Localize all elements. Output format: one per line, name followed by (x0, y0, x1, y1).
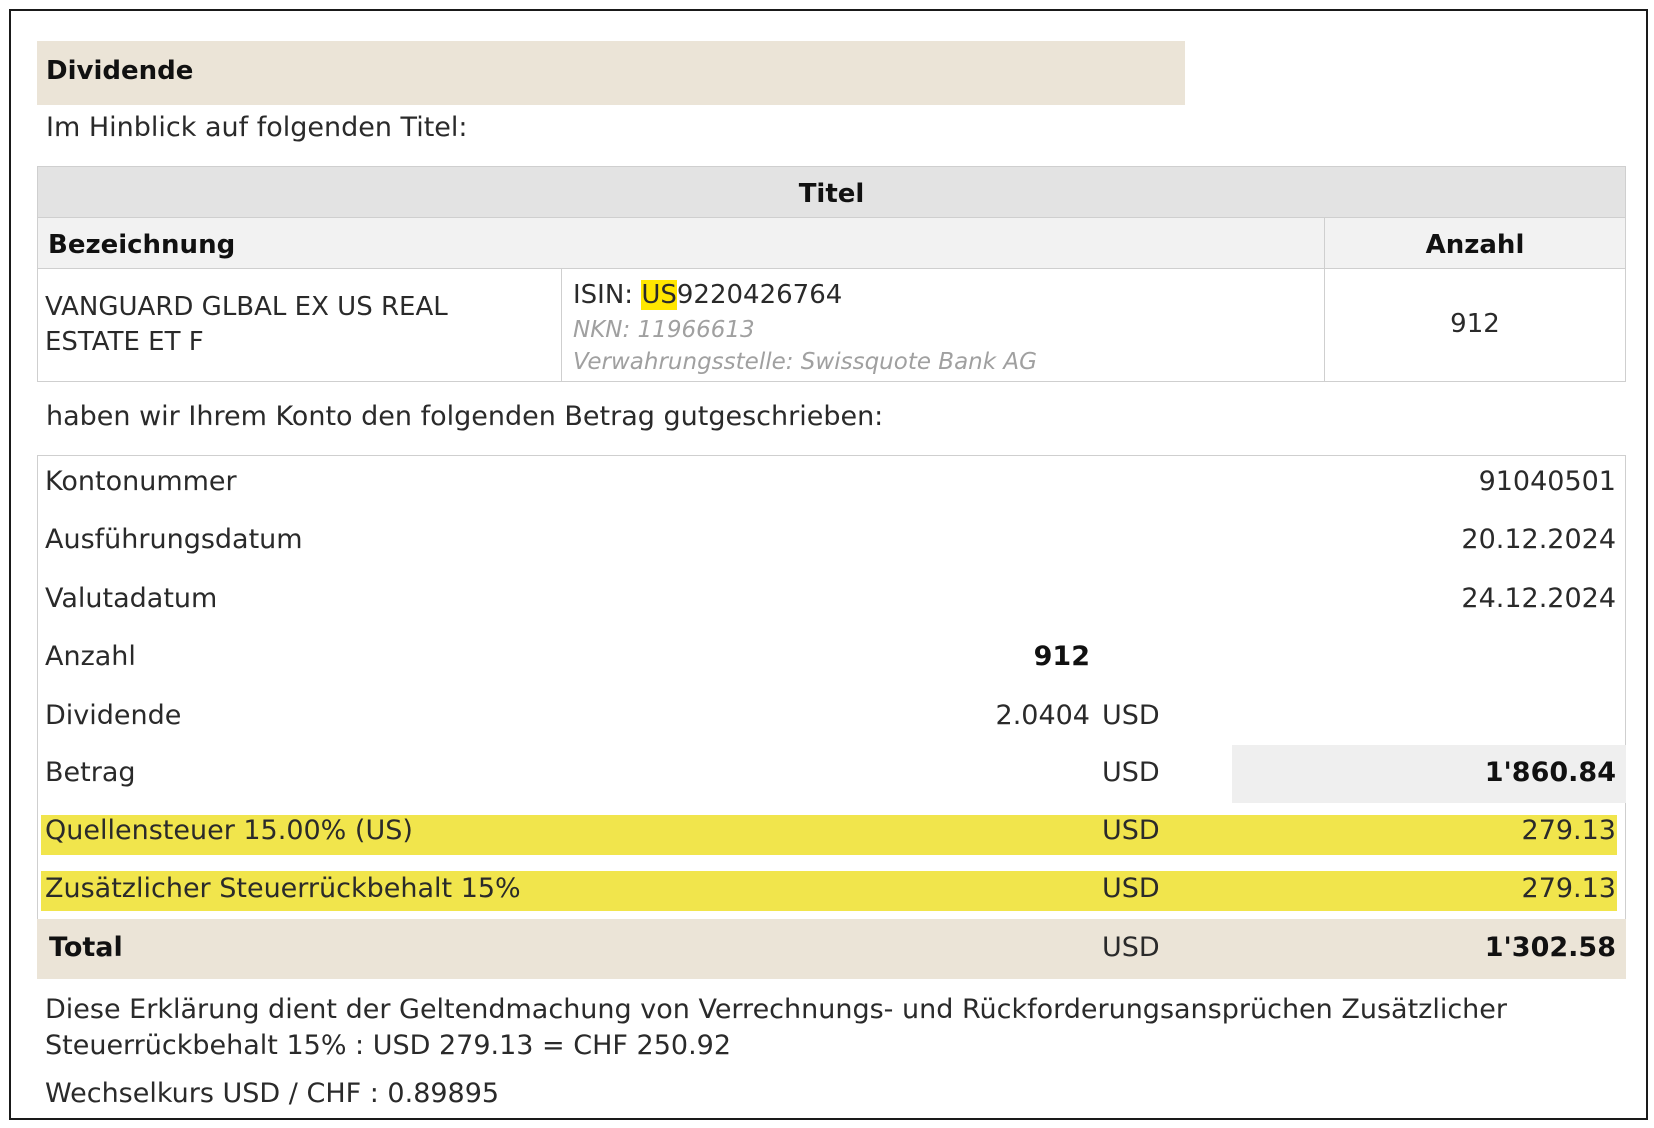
account-number-label: Kontonummer (45, 466, 237, 497)
security-quantity: 912 (1450, 309, 1500, 339)
amount-label: Betrag (45, 757, 136, 788)
withholding-tax-currency: USD (1102, 815, 1160, 846)
total-row (37, 919, 1626, 979)
column-divider (561, 269, 562, 382)
withholding-tax-value: 279.13 (1521, 815, 1616, 846)
dividend-label: Dividende (45, 700, 182, 731)
credit-intro-text: haben wir Ihrem Konto den folgenden Betr… (46, 401, 884, 432)
title-table-subheader: Bezeichnung Anzahl (38, 218, 1625, 269)
column-header-designation: Bezeichnung (48, 230, 236, 260)
additional-tax-currency: USD (1102, 873, 1160, 904)
declaration-note-line2: Steuerrückbehalt 15% : USD 279.13 = CHF … (45, 1030, 732, 1061)
amount-currency: USD (1102, 757, 1160, 788)
column-divider (1324, 218, 1325, 382)
amount-value: 1'860.84 (1484, 757, 1616, 788)
total-currency: USD (1102, 932, 1160, 963)
dividend-currency: USD (1102, 700, 1160, 731)
additional-tax-value: 279.13 (1521, 873, 1616, 904)
execution-date-value: 20.12.2024 (1461, 524, 1616, 555)
total-label: Total (49, 932, 123, 963)
section-title: Dividende (46, 56, 194, 86)
isin-country-highlight: US (641, 280, 677, 310)
withholding-tax-label: Quellensteuer 15.00% (US) (45, 815, 413, 846)
execution-date-label: Ausführungsdatum (45, 524, 303, 555)
quantity-label: Anzahl (45, 641, 136, 672)
section-header-bar (37, 41, 1185, 105)
dividend-per-share-value: 2.0404 (995, 700, 1090, 731)
total-value: 1'302.58 (1484, 932, 1616, 963)
nkn-number: NKN: 11966613 (573, 317, 755, 343)
security-name-line2: ESTATE ET F (45, 327, 204, 357)
title-table-header: Titel (38, 167, 1625, 218)
column-header-quantity: Anzahl (1425, 230, 1525, 260)
security-name-line1: VANGUARD GLBAL EX US REAL (45, 292, 448, 322)
account-number-value: 91040501 (1478, 466, 1616, 497)
isin-label: ISIN: (573, 280, 642, 310)
value-date-value: 24.12.2024 (1461, 583, 1616, 614)
value-date-label: Valutadatum (45, 583, 218, 614)
isin-line: ISIN: US9220426764 (573, 280, 842, 310)
additional-tax-label: Zusätzlicher Steuerrückbehalt 15% (45, 873, 521, 904)
title-table-header-label: Titel (798, 179, 865, 209)
exchange-rate-note: Wechselkurs USD / CHF : 0.89895 (45, 1078, 500, 1109)
isin-number: 9220426764 (676, 280, 843, 310)
intro-text: Im Hinblick auf folgenden Titel: (46, 112, 468, 143)
custodian: Verwahrungsstelle: Swissquote Bank AG (573, 349, 1037, 375)
title-table: Titel Bezeichnung Anzahl VANGUARD GLBAL … (37, 166, 1626, 382)
declaration-note-line1: Diese Erklärung dient der Geltendmachung… (45, 994, 1508, 1025)
quantity-value: 912 (1033, 641, 1090, 672)
